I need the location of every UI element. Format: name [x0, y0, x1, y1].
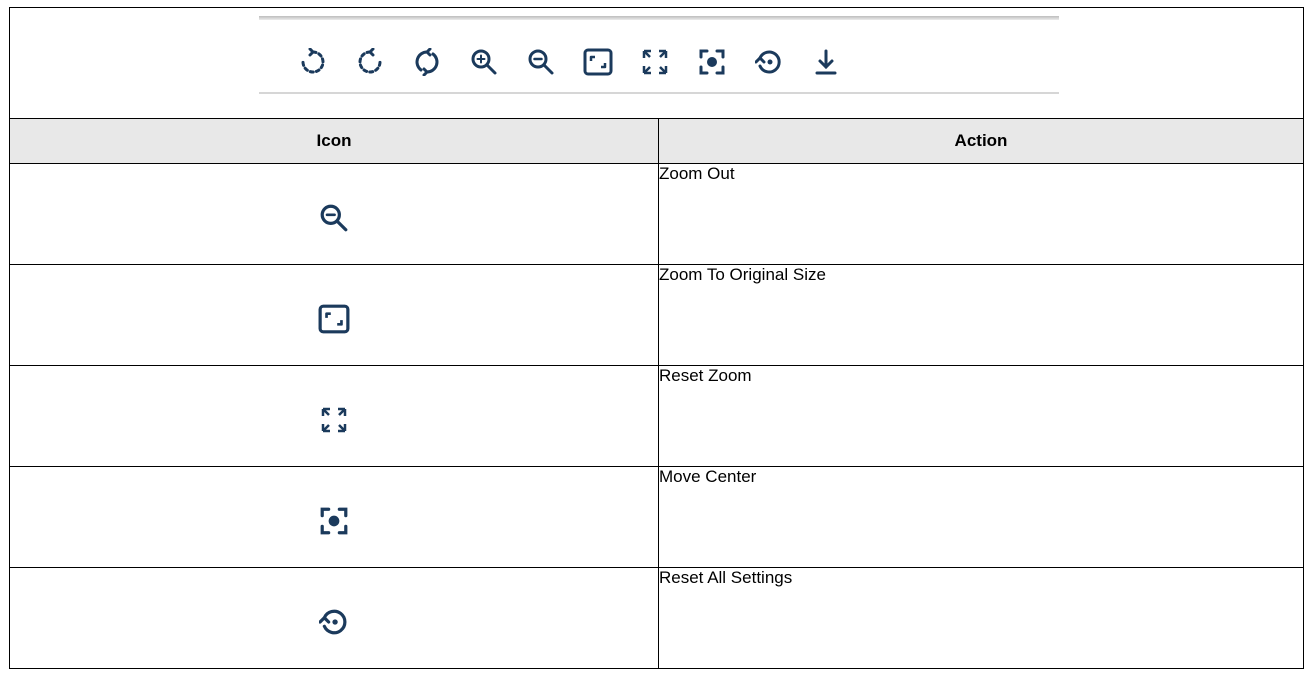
zoom-out-icon[interactable]: [523, 44, 559, 80]
table-row: Zoom Out: [9, 163, 1304, 265]
icon-cell: [9, 466, 659, 568]
icon-cell: [9, 365, 659, 467]
icon-cell: [9, 567, 659, 669]
zoom-out-icon: [319, 203, 349, 233]
original-size-icon: [318, 304, 350, 334]
reset-zoom-icon: [321, 407, 347, 433]
original-size-icon[interactable]: [580, 44, 616, 80]
move-center-icon[interactable]: [694, 44, 730, 80]
rotate-right-icon[interactable]: [352, 44, 388, 80]
table-row: Reset Zoom: [9, 365, 1304, 467]
action-cell: Zoom To Original Size: [658, 264, 1304, 366]
toolbar-top-border: [259, 16, 1059, 20]
reset-zoom-icon[interactable]: [637, 44, 673, 80]
toolbar-screenshot: [9, 7, 1304, 119]
table-row: Reset All Settings: [9, 567, 1304, 669]
toolbar-bottom-border: [259, 92, 1059, 94]
header-icon: Icon: [9, 118, 659, 164]
reset-settings-icon[interactable]: [751, 44, 787, 80]
table-row: Zoom To Original Size: [9, 264, 1304, 366]
action-cell: Reset All Settings: [658, 567, 1304, 669]
icon-cell: [9, 163, 659, 265]
action-cell: Reset Zoom: [658, 365, 1304, 467]
action-cell: Move Center: [658, 466, 1304, 568]
download-icon[interactable]: [808, 44, 844, 80]
zoom-in-icon[interactable]: [466, 44, 502, 80]
icon-cell: [9, 264, 659, 366]
rotate-left-icon[interactable]: [295, 44, 331, 80]
rotate-refresh-icon[interactable]: [409, 44, 445, 80]
move-center-icon: [319, 506, 349, 536]
action-cell: Zoom Out: [658, 163, 1304, 265]
header-action: Action: [658, 118, 1304, 164]
table-row: Move Center: [9, 466, 1304, 568]
toolbar: [259, 16, 1059, 94]
doc-table: Icon Action Zoom Out Zoom To Original Si…: [9, 7, 1304, 669]
reset-settings-icon: [319, 607, 349, 637]
